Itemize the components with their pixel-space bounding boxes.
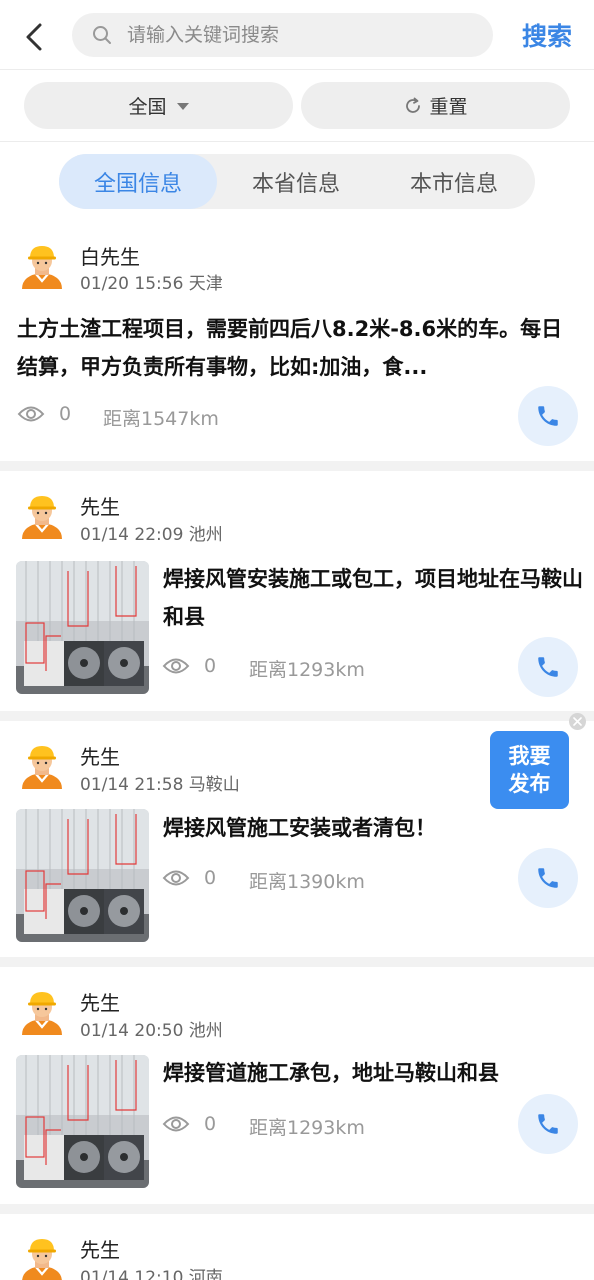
- avatar: [18, 1234, 66, 1280]
- distance: 距离1547km: [103, 408, 219, 430]
- phone-icon: [538, 1114, 558, 1134]
- distance: 距离1293km: [249, 1117, 365, 1139]
- search-input[interactable]: [127, 24, 457, 46]
- phone-icon: [538, 868, 558, 888]
- post-title[interactable]: 焊接风管安装施工或包工，项目地址在马鞍山和县: [163, 560, 583, 636]
- post-thumbnail[interactable]: [16, 809, 149, 942]
- eye-icon: [162, 1116, 190, 1132]
- post-card[interactable]: 白先生 01/20 15:56 天津 土方土渣工程项目，需要前四后八8.2米-8…: [0, 224, 594, 461]
- refresh-icon: [403, 96, 423, 116]
- view-count-value: 0: [59, 403, 72, 425]
- call-button[interactable]: [518, 848, 578, 908]
- tabs-bar: 全国信息 本省信息 本市信息: [0, 142, 594, 224]
- view-count: 0: [162, 1113, 216, 1135]
- eye-icon: [162, 870, 190, 886]
- close-icon: [573, 717, 582, 726]
- view-count: 0: [162, 867, 216, 889]
- post-card[interactable]: 先生 01/14 20:50 池州 焊接管道施工承包，地址马鞍山和县 0 距离1…: [0, 967, 594, 1204]
- distance: 距离1293km: [249, 659, 365, 681]
- publish-line2: 发布: [508, 772, 551, 796]
- eye-icon: [17, 406, 45, 422]
- top-bar: 搜索: [0, 0, 594, 70]
- post-thumbnail[interactable]: [16, 561, 149, 694]
- publish-line1: 我要: [508, 744, 551, 768]
- post-title[interactable]: 土方土渣工程项目，需要前四后八8.2米-8.6米的车。每日结算，甲方负责所有事物…: [17, 310, 577, 386]
- post-card[interactable]: 先生 01/14 12:10 河南: [0, 1214, 594, 1280]
- view-count-value: 0: [204, 655, 217, 677]
- caret-down-icon: [176, 103, 189, 110]
- poster-name: 先生: [80, 495, 120, 519]
- filter-bar: 全国 重置: [0, 70, 594, 142]
- back-button[interactable]: [14, 17, 54, 57]
- tab-national[interactable]: 全国信息: [59, 154, 217, 209]
- chevron-left-icon: [26, 23, 42, 51]
- post-card[interactable]: 先生 01/14 22:09 池州 焊接风管安装施工或包工，项目地址在马鞍山和县…: [0, 471, 594, 711]
- poster-name: 先生: [80, 745, 120, 769]
- phone-icon: [538, 406, 558, 426]
- phone-icon: [538, 657, 558, 677]
- close-float-button[interactable]: [569, 713, 586, 730]
- avatar: [18, 987, 66, 1035]
- view-count: 0: [162, 655, 216, 677]
- poster-name: 先生: [80, 991, 120, 1015]
- view-count: 0: [17, 403, 71, 425]
- post-meta: 01/14 21:58 马鞍山: [80, 775, 240, 795]
- call-button[interactable]: [518, 386, 578, 446]
- distance: 距离1390km: [249, 871, 365, 893]
- post-thumbnail[interactable]: [16, 1055, 149, 1188]
- scope-tabs: 全国信息 本省信息 本市信息: [59, 154, 535, 209]
- post-title[interactable]: 焊接风管施工安装或者清包！: [163, 809, 583, 847]
- search-box[interactable]: [72, 13, 493, 57]
- call-button[interactable]: [518, 637, 578, 697]
- post-meta: 01/14 22:09 池州: [80, 525, 223, 545]
- tab-city[interactable]: 本市信息: [375, 154, 533, 209]
- reset-button[interactable]: 重置: [301, 82, 570, 129]
- region-label: 全国: [128, 96, 167, 118]
- post-meta: 01/14 12:10 河南: [80, 1268, 223, 1280]
- region-dropdown[interactable]: 全国: [24, 82, 293, 129]
- post-meta: 01/20 15:56 天津: [80, 274, 223, 294]
- eye-icon: [162, 658, 190, 674]
- view-count-value: 0: [204, 1113, 217, 1135]
- poster-name: 白先生: [80, 245, 140, 269]
- tab-province[interactable]: 本省信息: [217, 154, 375, 209]
- post-title[interactable]: 焊接管道施工承包，地址马鞍山和县: [163, 1054, 583, 1092]
- reset-label: 重置: [429, 96, 468, 118]
- publish-button[interactable]: 我要 发布: [490, 731, 569, 809]
- search-button[interactable]: 搜索: [522, 17, 572, 53]
- search-icon: [91, 24, 113, 46]
- view-count-value: 0: [204, 867, 217, 889]
- post-meta: 01/14 20:50 池州: [80, 1021, 223, 1041]
- avatar: [18, 491, 66, 539]
- poster-name: 先生: [80, 1238, 120, 1262]
- call-button[interactable]: [518, 1094, 578, 1154]
- avatar: [18, 241, 66, 289]
- avatar: [18, 741, 66, 789]
